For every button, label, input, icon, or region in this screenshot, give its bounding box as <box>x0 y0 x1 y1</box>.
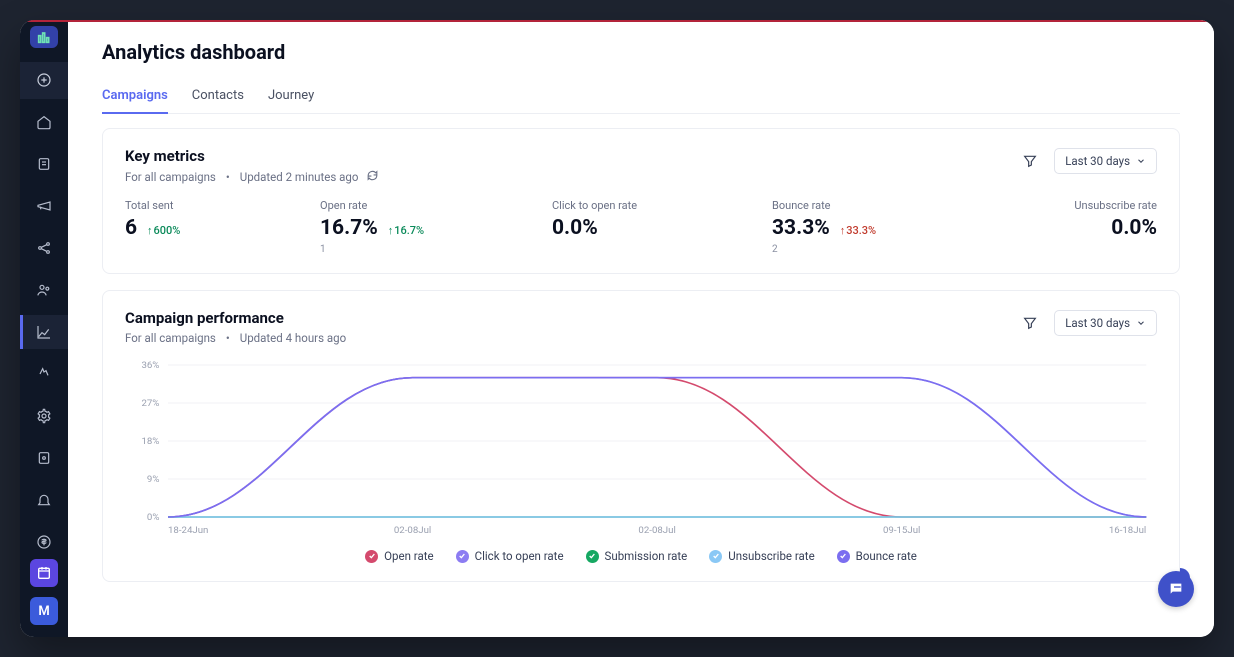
metric-delta: ↑16.7% <box>388 224 424 237</box>
legend-item[interactable]: Open rate <box>365 549 433 563</box>
legend-dot-icon <box>456 550 469 563</box>
sidebar-item-billing[interactable] <box>20 525 68 559</box>
metric-label: Total sent <box>125 199 320 212</box>
sidebar-item-templates[interactable] <box>20 441 68 475</box>
metric-bounce-rate: Bounce rate 33.3% ↑33.3% 2 <box>772 199 1002 255</box>
svg-text:02-08Jul: 02-08Jul <box>638 525 675 536</box>
svg-text:9%: 9% <box>147 474 160 485</box>
date-range-select[interactable]: Last 30 days <box>1054 148 1157 174</box>
metric-open-rate: Open rate 16.7% ↑16.7% 1 <box>320 199 552 255</box>
date-range-label: Last 30 days <box>1065 154 1130 168</box>
key-metrics-card: Key metrics For all campaigns Updated 2 … <box>102 128 1180 274</box>
svg-text:09-15Jul: 09-15Jul <box>883 525 920 536</box>
metric-unsubscribe-rate: Unsubscribe rate 0.0% <box>1002 199 1157 255</box>
metric-value: 6 <box>125 216 137 240</box>
legend-dot-icon <box>586 550 599 563</box>
legend-label: Unsubscribe rate <box>728 549 814 563</box>
svg-text:02-08Jul: 02-08Jul <box>394 525 431 536</box>
sidebar-item-forms[interactable] <box>20 147 68 181</box>
separator-dot <box>224 331 232 345</box>
legend-dot-icon <box>837 550 850 563</box>
legend-dot-icon <box>365 550 378 563</box>
user-avatar[interactable]: M <box>30 597 58 625</box>
sidebar-item-share[interactable] <box>20 231 68 265</box>
legend-label: Open rate <box>384 549 433 563</box>
performance-chart: 0% 9% 18% 27% 36% 18-24Jun 02-08Jul 02-08Jul 09-… <box>125 359 1157 539</box>
chart-legend: Open rate Click to open rate Submission ra… <box>125 549 1157 563</box>
metric-total-sent: Total sent 6 ↑600% <box>125 199 320 255</box>
chat-fab[interactable] <box>1158 571 1194 607</box>
sidebar-item-analytics[interactable] <box>20 315 68 349</box>
tabs: Campaigns Contacts Journey <box>102 80 1180 114</box>
performance-updated: Updated 4 hours ago <box>240 331 346 345</box>
legend-item[interactable]: Bounce rate <box>837 549 917 563</box>
tab-campaigns[interactable]: Campaigns <box>102 80 168 113</box>
legend-item[interactable]: Unsubscribe rate <box>709 549 814 563</box>
tab-contacts[interactable]: Contacts <box>192 80 244 113</box>
metric-label: Click to open rate <box>552 199 772 212</box>
create-button[interactable] <box>20 62 68 99</box>
refresh-icon[interactable] <box>366 169 379 185</box>
performance-title: Campaign performance <box>125 309 346 327</box>
separator-dot <box>224 170 232 184</box>
main-content: Analytics dashboard Campaigns Contacts J… <box>68 20 1214 637</box>
chevron-down-icon <box>1136 156 1146 166</box>
metric-delta: ↑33.3% <box>840 224 876 237</box>
svg-text:27%: 27% <box>141 398 159 409</box>
metric-value: 33.3% <box>772 216 830 240</box>
tab-journey[interactable]: Journey <box>268 80 314 113</box>
key-metrics-scope: For all campaigns <box>125 170 216 184</box>
metric-value: 16.7% <box>320 216 378 240</box>
svg-text:36%: 36% <box>141 360 159 371</box>
metric-delta: ↑600% <box>147 224 180 237</box>
chevron-down-icon <box>1136 318 1146 328</box>
metric-value: 0.0% <box>552 216 598 240</box>
key-metrics-title: Key metrics <box>125 147 379 165</box>
sidebar-item-campaigns[interactable] <box>20 189 68 223</box>
legend-item[interactable]: Submission rate <box>586 549 688 563</box>
filter-button[interactable] <box>1016 309 1044 337</box>
sidebar: M <box>20 20 68 637</box>
app-logo[interactable] <box>30 26 58 48</box>
svg-text:18-24Jun: 18-24Jun <box>168 525 208 536</box>
svg-text:18%: 18% <box>141 436 159 447</box>
performance-card: Campaign performance For all campaigns U… <box>102 290 1180 582</box>
sidebar-item-home[interactable] <box>20 105 68 139</box>
date-range-select[interactable]: Last 30 days <box>1054 310 1157 336</box>
metric-value: 0.0% <box>1111 216 1157 240</box>
metric-label: Bounce rate <box>772 199 1002 212</box>
date-range-label: Last 30 days <box>1065 316 1130 330</box>
sidebar-item-notifications[interactable] <box>20 483 68 517</box>
legend-label: Bounce rate <box>856 549 917 563</box>
key-metrics-updated: Updated 2 minutes ago <box>240 170 359 184</box>
page-title: Analytics dashboard <box>102 40 1180 64</box>
svg-text:16-18Jul: 16-18Jul <box>1109 525 1146 536</box>
metric-label: Open rate <box>320 199 552 212</box>
sidebar-item-contacts[interactable] <box>20 273 68 307</box>
metric-small: 2 <box>772 244 1002 255</box>
legend-label: Submission rate <box>605 549 688 563</box>
legend-label: Click to open rate <box>475 549 564 563</box>
calendar-button[interactable] <box>30 559 58 587</box>
sidebar-item-automation[interactable] <box>20 357 68 391</box>
filter-button[interactable] <box>1016 147 1044 175</box>
metric-small: 1 <box>320 244 552 255</box>
svg-text:0%: 0% <box>147 512 160 523</box>
sidebar-item-settings[interactable] <box>20 399 68 433</box>
metric-click-to-open: Click to open rate 0.0% <box>552 199 772 255</box>
metric-label: Unsubscribe rate <box>1002 199 1157 212</box>
performance-scope: For all campaigns <box>125 331 216 345</box>
legend-dot-icon <box>709 550 722 563</box>
legend-item[interactable]: Click to open rate <box>456 549 564 563</box>
